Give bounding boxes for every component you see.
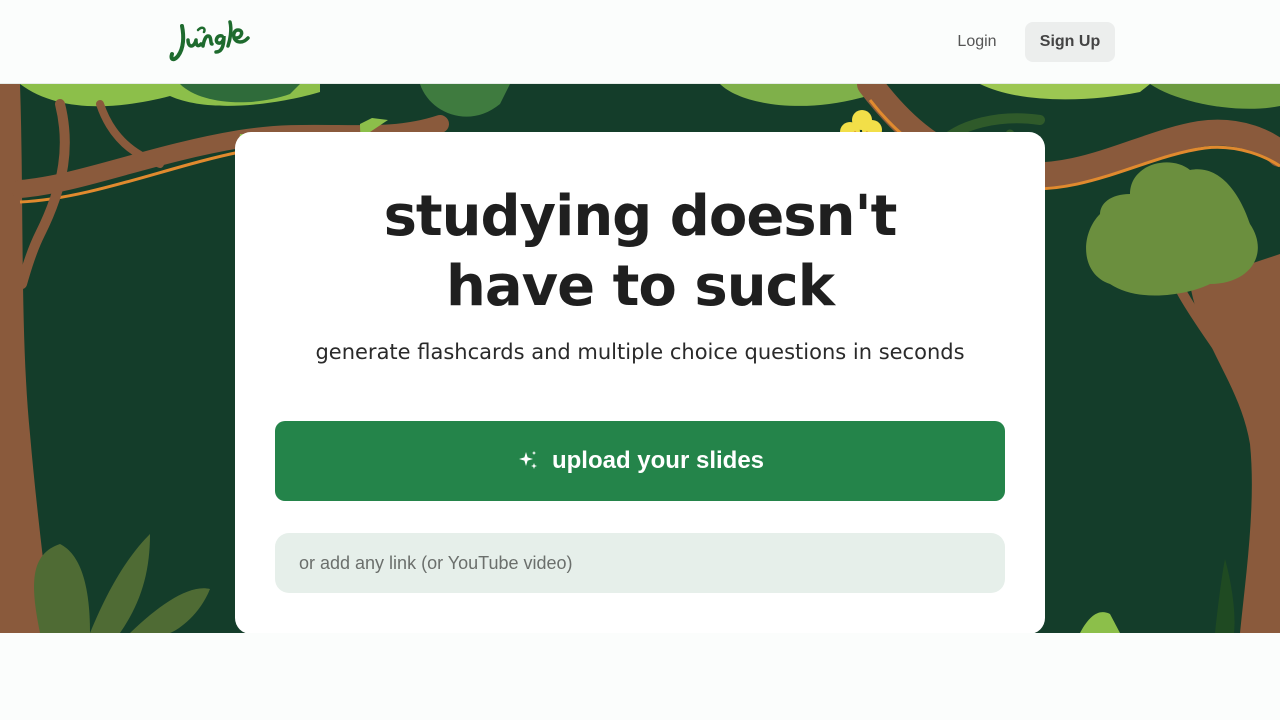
link-input[interactable]	[275, 533, 1005, 593]
login-button[interactable]: Login	[940, 22, 1014, 62]
hero-headline: studying doesn't have to suck	[235, 182, 1045, 322]
top-navbar: Login Sign Up	[0, 0, 1280, 84]
hero-section: studying doesn't have to suck generate f…	[0, 84, 1280, 633]
jungle-logo[interactable]	[168, 16, 254, 66]
upload-slides-button[interactable]: upload your slides	[275, 421, 1005, 501]
hero-card: studying doesn't have to suck generate f…	[235, 132, 1045, 633]
upload-slides-label: upload your slides	[551, 447, 765, 474]
headline-line-1: studying doesn't	[383, 184, 898, 249]
headline-line-2: have to suck	[445, 254, 835, 319]
hero-subheadline: generate flashcards and multiple choice …	[315, 340, 965, 364]
signup-button[interactable]: Sign Up	[1025, 22, 1115, 62]
sparkles-icon	[518, 451, 537, 469]
